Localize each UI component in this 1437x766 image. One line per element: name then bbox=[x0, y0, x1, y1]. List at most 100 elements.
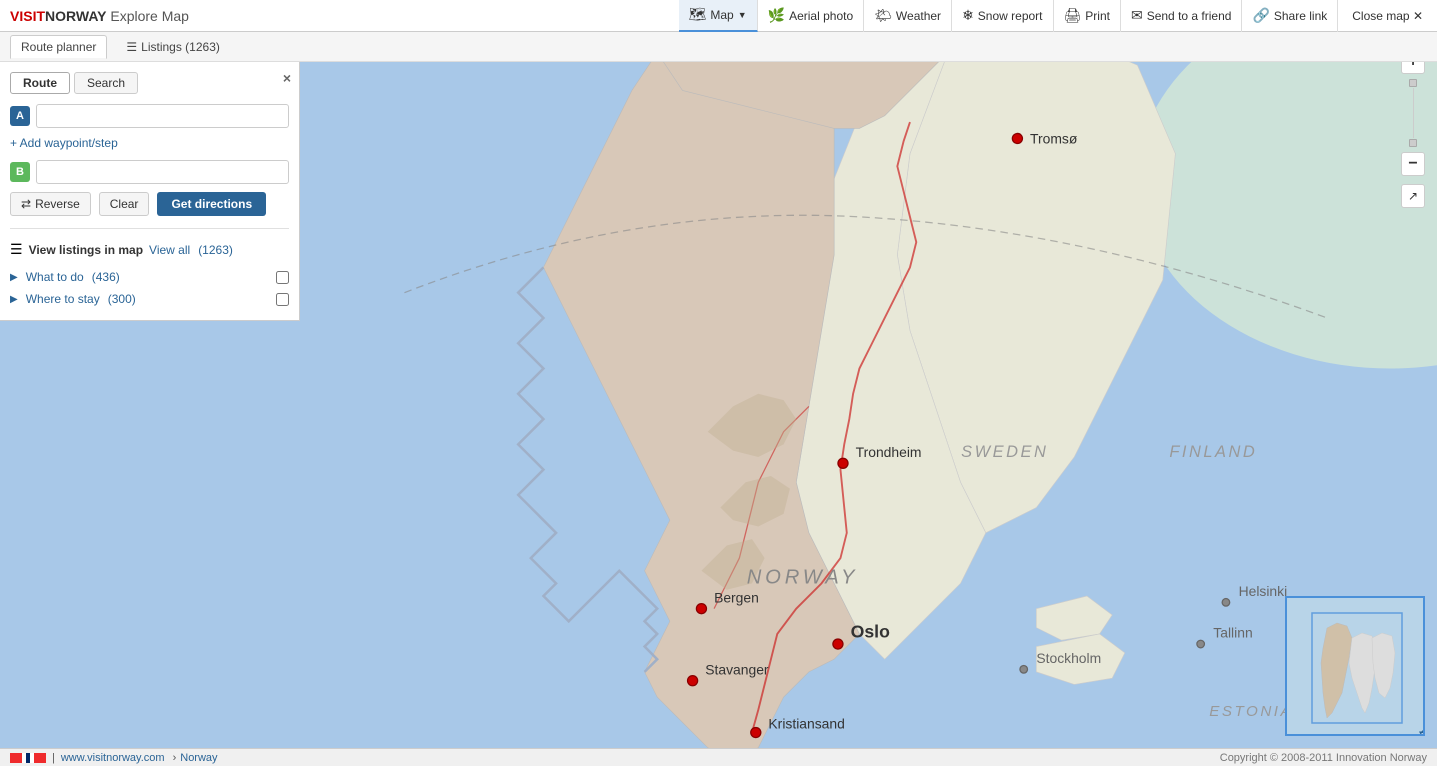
zoom-handle-top bbox=[1409, 79, 1417, 87]
listings-tab[interactable]: ☰ Listings (1263) bbox=[115, 35, 230, 59]
aerial-icon: 🌿 bbox=[768, 7, 785, 24]
clear-label: Clear bbox=[110, 197, 139, 211]
reverse-label: Reverse bbox=[35, 197, 80, 211]
view-all-count: (1263) bbox=[198, 243, 233, 257]
route-search-tabs: Route Search bbox=[10, 72, 289, 94]
get-directions-btn[interactable]: Get directions bbox=[157, 192, 266, 216]
expand-btn[interactable]: ↗ bbox=[1401, 184, 1425, 208]
what-to-do-checkbox[interactable] bbox=[276, 271, 289, 284]
action-row: ⇄ Reverse Clear Get directions bbox=[10, 192, 289, 216]
share-link-btn[interactable]: 🔗 Share link bbox=[1242, 0, 1338, 32]
waypoint-b-label: B bbox=[10, 162, 30, 182]
route-planner-tab[interactable]: Route planner bbox=[10, 35, 107, 59]
svg-text:▾: ▾ bbox=[1419, 730, 1423, 736]
mini-map-svg: ▾ bbox=[1287, 598, 1425, 736]
zoom-handle-bottom bbox=[1409, 139, 1417, 147]
logo-explore: Explore Map bbox=[106, 8, 188, 24]
svg-text:ESTONIA: ESTONIA bbox=[1209, 703, 1293, 720]
snow-label: Snow report bbox=[978, 9, 1043, 23]
view-all-link[interactable]: View all bbox=[149, 243, 190, 257]
logo-norway: NORWAY bbox=[45, 8, 106, 24]
svg-text:Tallinn: Tallinn bbox=[1213, 625, 1252, 641]
zoom-out-btn[interactable]: − bbox=[1401, 152, 1425, 176]
listings-icon: ☰ bbox=[126, 40, 137, 54]
waypoint-a-label: A bbox=[10, 106, 30, 126]
add-waypoint-btn[interactable]: + Add waypoint/step bbox=[10, 136, 289, 150]
footer-sep: › bbox=[173, 752, 177, 764]
toolbar: Route planner ☰ Listings (1263) bbox=[0, 32, 1437, 62]
where-to-stay-label: Where to stay bbox=[26, 292, 100, 306]
route-tab[interactable]: Route bbox=[10, 72, 70, 94]
what-to-do-arrow: ▶ bbox=[10, 272, 18, 283]
what-to-do-label: What to do bbox=[26, 270, 84, 284]
sidebar-panel: × Route Search A + Add waypoint/step B ⇄… bbox=[0, 62, 300, 321]
weather-icon: 🌤 bbox=[874, 7, 892, 24]
svg-text:Kristiansand: Kristiansand bbox=[768, 716, 844, 732]
svg-text:Tromsø: Tromsø bbox=[1030, 131, 1078, 147]
where-to-stay-count: (300) bbox=[108, 292, 136, 306]
map-label: Map bbox=[710, 8, 733, 22]
svg-text:Helsinki: Helsinki bbox=[1239, 583, 1288, 599]
search-tab[interactable]: Search bbox=[74, 72, 138, 94]
what-to-do-item[interactable]: ▶ What to do (436) bbox=[10, 266, 289, 288]
waypoint-b-row: B bbox=[10, 160, 289, 184]
copyright: Copyright © 2008-2011 Innovation Norway bbox=[1220, 752, 1427, 764]
print-icon: 🖨 bbox=[1064, 7, 1082, 24]
where-to-stay-checkbox[interactable] bbox=[276, 293, 289, 306]
share-label: Share link bbox=[1274, 9, 1327, 23]
waypoint-b-input[interactable] bbox=[36, 160, 289, 184]
mini-map[interactable]: ▾ bbox=[1285, 596, 1425, 736]
footer: | www.visitnorway.com › Norway Copyright… bbox=[0, 748, 1437, 766]
map-icon: 🗺 bbox=[689, 6, 707, 23]
where-to-stay-arrow: ▶ bbox=[10, 294, 18, 305]
print-label: Print bbox=[1085, 9, 1110, 23]
aerial-btn[interactable]: 🌿 Aerial photo bbox=[758, 0, 864, 32]
waypoint-a-input[interactable] bbox=[36, 104, 289, 128]
close-sidebar-btn[interactable]: × bbox=[283, 70, 291, 86]
logo-visit: VISIT bbox=[10, 8, 45, 24]
svg-text:Stockholm: Stockholm bbox=[1036, 650, 1101, 666]
svg-text:NORWAY: NORWAY bbox=[747, 566, 859, 588]
svg-text:SWEDEN: SWEDEN bbox=[961, 443, 1048, 461]
footer-url[interactable]: www.visitnorway.com bbox=[61, 752, 165, 764]
svg-text:Bergen: Bergen bbox=[714, 589, 759, 605]
map-dropdown-icon: ▼ bbox=[738, 10, 747, 20]
flag bbox=[10, 753, 46, 763]
send-friend-btn[interactable]: ✉ Send to a friend bbox=[1121, 0, 1242, 32]
zoom-controls: + − ↗ bbox=[1401, 50, 1425, 208]
close-map-btn[interactable]: Close map ✕ bbox=[1338, 0, 1437, 32]
list-icon: ☰ bbox=[10, 241, 23, 258]
divider bbox=[10, 228, 289, 229]
weather-label: Weather bbox=[896, 9, 941, 23]
close-label: Close map ✕ bbox=[1352, 9, 1423, 23]
flag-red2 bbox=[34, 753, 46, 763]
svg-text:FINLAND: FINLAND bbox=[1169, 443, 1257, 461]
snow-btn[interactable]: ❄ Snow report bbox=[952, 0, 1053, 32]
print-btn[interactable]: 🖨 Print bbox=[1054, 0, 1121, 32]
weather-btn[interactable]: 🌤 Weather bbox=[864, 0, 952, 32]
footer-country[interactable]: Norway bbox=[180, 752, 217, 764]
aerial-label: Aerial photo bbox=[789, 9, 853, 23]
map-btn[interactable]: 🗺 Map ▼ bbox=[679, 0, 758, 32]
link-icon: 🔗 bbox=[1252, 7, 1269, 24]
header: VISITNORWAY Explore Map 🗺 Map ▼ 🌿 Aerial… bbox=[0, 0, 1437, 32]
clear-btn[interactable]: Clear bbox=[99, 192, 150, 216]
what-to-do-count: (436) bbox=[92, 270, 120, 284]
logo: VISITNORWAY Explore Map bbox=[0, 8, 199, 24]
listings-label: Listings (1263) bbox=[141, 40, 220, 54]
header-nav: 🗺 Map ▼ 🌿 Aerial photo 🌤 Weather ❄ Snow … bbox=[679, 0, 1437, 32]
route-planner-label: Route planner bbox=[21, 40, 96, 54]
reverse-btn[interactable]: ⇄ Reverse bbox=[10, 192, 91, 216]
reverse-icon: ⇄ bbox=[21, 197, 31, 211]
zoom-track bbox=[1413, 88, 1414, 138]
svg-text:Stavanger: Stavanger bbox=[705, 661, 769, 677]
email-icon: ✉ bbox=[1131, 7, 1143, 24]
flag-strip bbox=[10, 753, 46, 763]
where-to-stay-item[interactable]: ▶ Where to stay (300) bbox=[10, 288, 289, 310]
footer-separator: | bbox=[52, 752, 55, 764]
view-listings-header: ☰ View listings in map View all (1263) bbox=[10, 241, 289, 258]
snow-icon: ❄ bbox=[962, 7, 974, 24]
directions-label: Get directions bbox=[171, 197, 252, 211]
svg-text:Trondheim: Trondheim bbox=[856, 444, 922, 460]
send-label: Send to a friend bbox=[1147, 9, 1232, 23]
